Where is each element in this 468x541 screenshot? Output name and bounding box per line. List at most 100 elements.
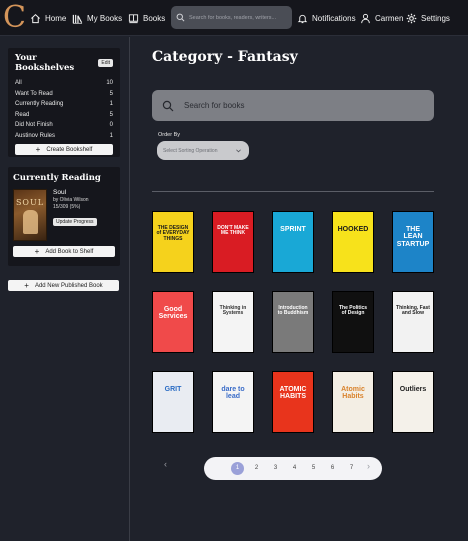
- shelf-name: All: [15, 80, 22, 87]
- global-search-input[interactable]: [189, 14, 289, 21]
- current-book-cover[interactable]: SOUL: [13, 189, 47, 241]
- book-cover-title: THE DESIGN of EVERYDAY THINGS: [156, 225, 190, 242]
- page-number[interactable]: 3: [269, 462, 282, 475]
- nav-user-label: Carmen: [375, 13, 404, 23]
- sort-select[interactable]: Select Sorting Operation: [157, 141, 249, 160]
- shelf-item[interactable]: Want To Read 5: [15, 89, 113, 100]
- page-number[interactable]: 7: [345, 462, 358, 475]
- book-cover[interactable]: ATOMIC HABITS: [272, 371, 314, 433]
- book-cover[interactable]: Atomic Habits: [332, 371, 374, 433]
- current-book-title[interactable]: Soul: [53, 189, 97, 196]
- nav-my-books-label: My Books: [87, 13, 123, 23]
- nav-user[interactable]: Carmen: [360, 0, 403, 36]
- book-cover[interactable]: THE DESIGN of EVERYDAY THINGS: [152, 211, 194, 273]
- home-icon: [31, 13, 40, 23]
- book-search-input[interactable]: [184, 101, 404, 110]
- book-cover[interactable]: dare to lead: [212, 371, 254, 433]
- pagination: › 1234567: [204, 457, 382, 480]
- nav-home[interactable]: Home: [30, 0, 66, 36]
- plus-icon: +: [35, 144, 41, 154]
- add-published-book-label: Add New Published Book: [34, 282, 103, 289]
- shelf-count: 1: [109, 101, 113, 108]
- book-cover-title: ATOMIC HABITS: [279, 386, 307, 401]
- nav-notifications-label: Notifications: [312, 13, 356, 23]
- shelf-item[interactable]: All 10: [15, 78, 113, 89]
- app-logo[interactable]: C: [3, 1, 26, 35]
- gear-icon: [406, 13, 417, 23]
- bookshelves-title: Your Bookshelves: [15, 53, 75, 73]
- add-book-to-shelf-button[interactable]: + Add Book to Shelf: [13, 246, 115, 257]
- shelf-name: Want To Read: [15, 90, 53, 97]
- book-cover[interactable]: Thinking in Systems: [212, 291, 254, 353]
- prev-page-button[interactable]: ‹: [164, 459, 167, 469]
- page-title: Category - Fantasy: [152, 49, 298, 65]
- edit-shelves-button[interactable]: Edit: [98, 59, 113, 67]
- book-cover-title: dare to lead: [221, 386, 245, 401]
- shelf-item[interactable]: Austinov Rules 1: [15, 131, 113, 142]
- book-cover-title: The Politics of Design: [338, 305, 368, 317]
- create-bookshelf-label: Create Bookshelf: [46, 146, 93, 153]
- update-progress-button[interactable]: Update Progress: [53, 218, 97, 226]
- nav-settings[interactable]: Settings: [406, 0, 450, 36]
- book-cover[interactable]: Introduction to Buddhism: [272, 291, 314, 353]
- sidebar: Your Bookshelves Edit All 10 Want To Read 5…: [0, 37, 130, 541]
- book-cover-title: Outliers: [399, 386, 427, 393]
- book-cover-title: Introduction to Buddhism: [277, 305, 309, 317]
- page-number[interactable]: 6: [326, 462, 339, 475]
- sort-select-value: Select Sorting Operation: [163, 147, 218, 154]
- global-search[interactable]: [171, 6, 292, 29]
- add-book-to-shelf-label: Add Book to Shelf: [45, 248, 94, 255]
- shelf-name: Did Not Finish: [15, 122, 53, 129]
- shelf-list: All 10 Want To Read 5 Currently Reading 1 Read…: [15, 78, 113, 141]
- book-cover-title: Thinking in Systems: [219, 305, 247, 317]
- page-number[interactable]: 4: [288, 462, 301, 475]
- chevron-down-icon: [236, 148, 241, 152]
- page-number[interactable]: 2: [250, 462, 263, 475]
- shelf-count: 5: [109, 111, 113, 118]
- page-number[interactable]: 5: [307, 462, 320, 475]
- add-published-book-button[interactable]: + Add New Published Book: [8, 280, 119, 291]
- book-cover[interactable]: The Politics of Design: [332, 291, 374, 353]
- book-cover[interactable]: SPRINT: [272, 211, 314, 273]
- page-number[interactable]: 1: [231, 462, 244, 475]
- nav-my-books[interactable]: My Books: [72, 0, 122, 36]
- book-cover[interactable]: HOOKED: [332, 211, 374, 273]
- currently-reading-title: Currently Reading: [13, 173, 101, 183]
- book-cover-title: SPRINT: [280, 226, 306, 233]
- book-cover-title: THE LEAN STARTUP: [396, 226, 430, 248]
- book-icon: [128, 13, 139, 23]
- plus-icon: +: [24, 280, 29, 290]
- bookshelves-panel: Your Bookshelves Edit All 10 Want To Read 5…: [8, 48, 120, 157]
- book-cover-title: HOOKED: [337, 226, 369, 233]
- book-cover[interactable]: THE LEAN STARTUP: [392, 211, 434, 273]
- book-cover-title: Thinking, Fast and Slow: [396, 305, 430, 317]
- shelf-item[interactable]: Currently Reading 1: [15, 99, 113, 110]
- shelf-count: 0: [109, 122, 113, 129]
- nav-books[interactable]: Books: [128, 0, 165, 36]
- current-book-author: by Olivia Wilson: [53, 197, 89, 203]
- nav-notifications[interactable]: Notifications: [297, 0, 356, 36]
- shelf-item[interactable]: Read 5: [15, 110, 113, 121]
- divider: [152, 191, 434, 192]
- shelf-count: 5: [109, 90, 113, 97]
- shelf-count: 1: [109, 132, 113, 139]
- book-cover-title: Good Services: [158, 306, 188, 321]
- library-icon: [72, 14, 83, 24]
- book-cover[interactable]: Outliers: [392, 371, 434, 433]
- user-icon: [361, 13, 370, 23]
- create-bookshelf-button[interactable]: + Create Bookshelf: [15, 144, 113, 155]
- book-cover[interactable]: Thinking, Fast and Slow: [392, 291, 434, 353]
- nav-home-label: Home: [45, 13, 67, 23]
- next-page-button[interactable]: ›: [367, 461, 370, 471]
- search-icon: [176, 13, 185, 22]
- plus-icon: +: [34, 246, 40, 256]
- book-cover[interactable]: Good Services: [152, 291, 194, 353]
- book-search[interactable]: [152, 90, 434, 121]
- currently-reading-panel: Currently Reading SOUL Soul by Olivia Wi…: [8, 167, 120, 266]
- book-cover[interactable]: GRIT: [152, 371, 194, 433]
- book-cover[interactable]: DON'T MAKE ME THINK: [212, 211, 254, 273]
- book-cover-title: Atomic Habits: [341, 386, 365, 401]
- top-nav: C Home My Books Books Notifications Carm…: [0, 0, 468, 36]
- shelf-name: Read: [15, 111, 30, 118]
- shelf-item[interactable]: Did Not Finish 0: [15, 120, 113, 131]
